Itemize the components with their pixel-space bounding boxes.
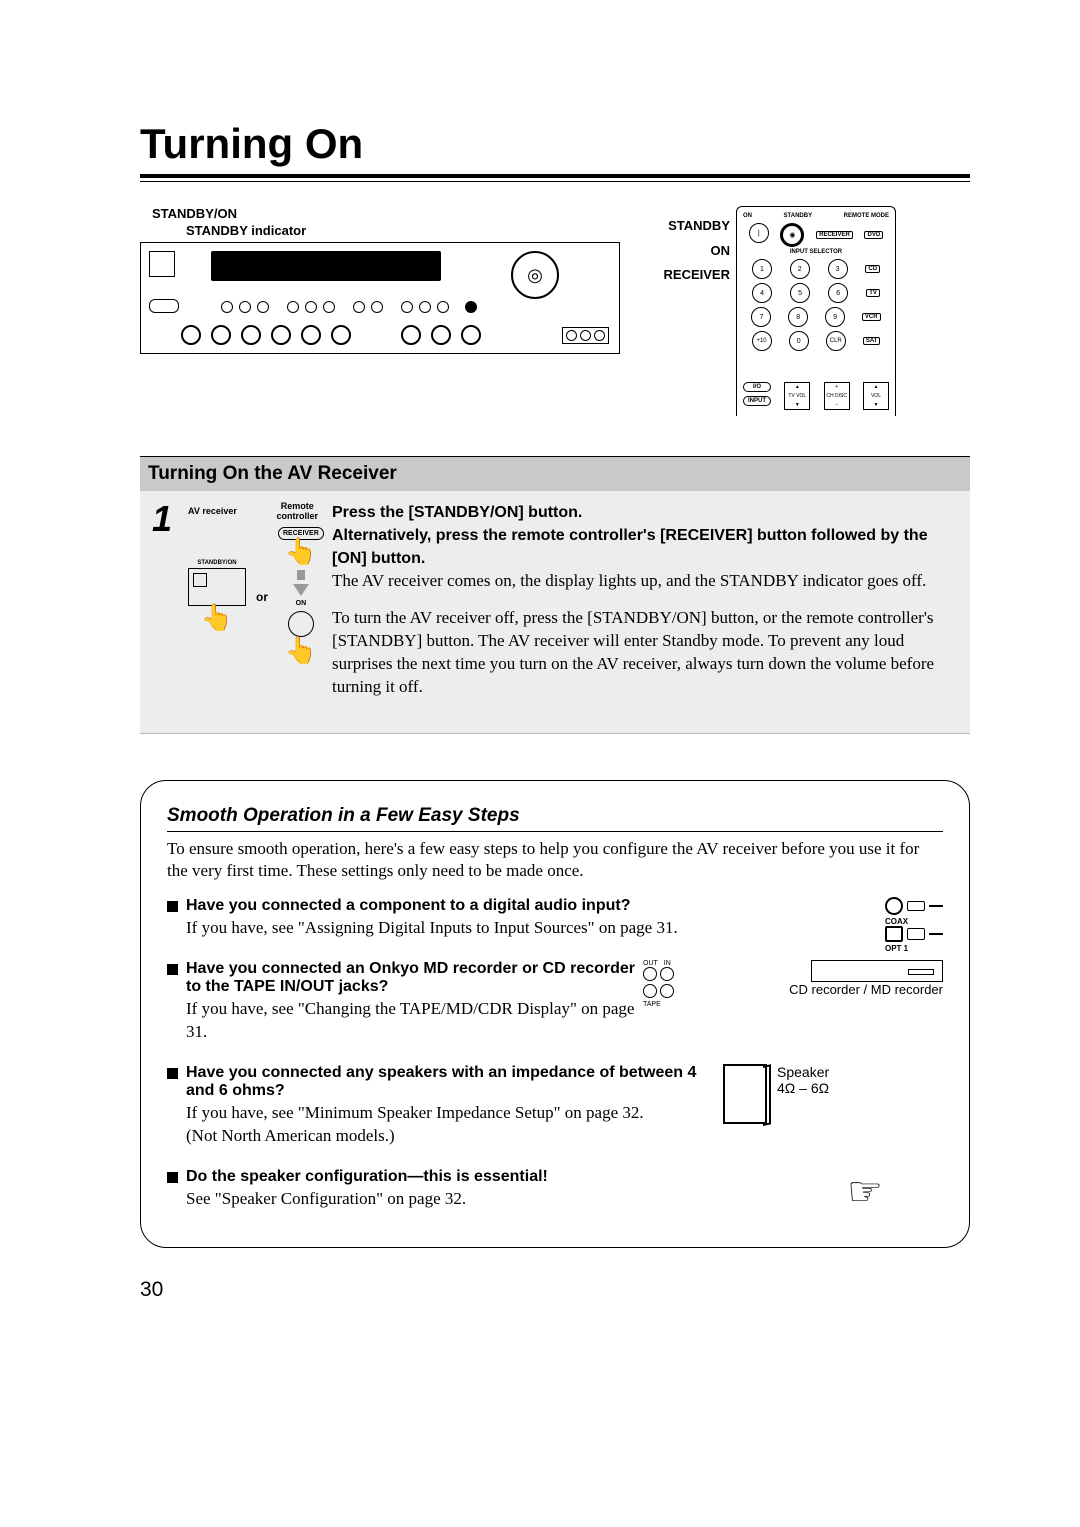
remote-tv-vol-rocker: ▲ TV VOL ▼ [784, 382, 810, 410]
diagram-area: STANDBY/ON STANDBY indicator ◎ [140, 206, 970, 416]
remote-on-text: ON [743, 213, 752, 219]
remote-input-btn: INPUT [743, 396, 771, 406]
tips-q-3: Do the speaker configuration—this is ess… [186, 1168, 943, 1186]
tips-title: Smooth Operation in a Few Easy Steps [167, 805, 943, 832]
remote-btn-6: 6 [828, 283, 848, 303]
tips-q-0: Have you connected a component to a digi… [186, 897, 943, 915]
tips-body-0: If you have, see "Assigning Digital Inpu… [186, 917, 943, 940]
tips-body-3: See "Speaker Configuration" on page 32. [186, 1188, 943, 1211]
knob-row [181, 325, 481, 345]
remote-btn-1: 1 [752, 259, 772, 279]
remote-receiver-btn: RECEIVER [816, 231, 853, 239]
mini-diagrams: AV receiver Remote controller STANDBY/ON… [188, 501, 318, 713]
remote-receiver-label: RECEIVER [640, 263, 730, 288]
remote-input-sel-label: INPUT SELECTOR [743, 249, 889, 255]
remote-btn-0: 0 [789, 331, 809, 351]
bullet-icon [167, 901, 178, 912]
tape-label: TAPE [643, 1001, 674, 1008]
section-body: 1 AV receiver Remote controller STANDBY/… [140, 491, 970, 734]
speaker-label: Speaker [777, 1064, 829, 1080]
step-body-2: To turn the AV receiver off, press the [… [332, 607, 958, 699]
remote-dvd-btn: DVD [864, 231, 883, 239]
step-body-1: The AV receiver comes on, the display li… [332, 571, 926, 590]
section-heading: Turning On the AV Receiver [140, 456, 970, 491]
step-bold-b: Alternatively, press the remote controll… [332, 527, 928, 567]
step-text: Press the [STANDBY/ON] button. Alternati… [332, 501, 958, 713]
bullet-icon [167, 964, 178, 975]
volume-dial-icon: ◎ [511, 251, 559, 299]
remote-btn-2: 2 [790, 259, 810, 279]
remote-callouts: STANDBY ON RECEIVER [640, 206, 730, 416]
small-button-row [221, 301, 477, 313]
remote-btn-3: 3 [828, 259, 848, 279]
mini-on-btn-icon [288, 611, 314, 637]
tips-item: OUTIN TAPE CD recorder / MD recorder Hav… [167, 960, 943, 1060]
remote-btn-7: 7 [751, 307, 771, 327]
remote-on-btn-icon: ❘ [749, 223, 769, 243]
bullet-icon [167, 1068, 178, 1079]
standby-on-button-icon [149, 251, 175, 277]
step-number: 1 [152, 501, 174, 713]
mini-standby-label: STANDBY/ON [197, 560, 236, 566]
remote-vcr-btn: VCR [862, 313, 881, 321]
arrow-down-icon [293, 584, 309, 596]
oval-button-icon [149, 299, 179, 313]
tips-item: Speaker 4Ω – 6Ω Have you connected any s… [167, 1064, 943, 1164]
remote-btn-4: 4 [752, 283, 772, 303]
hand-point-icon: ☞ [847, 1168, 883, 1215]
receiver-diagram: STANDBY/ON STANDBY indicator ◎ [140, 206, 620, 416]
in-label: IN [664, 960, 671, 967]
mini-remote-label: Remote controller [276, 501, 318, 521]
ohms-label: 4Ω – 6Ω [777, 1080, 829, 1096]
tips-box: Smooth Operation in a Few Easy Steps To … [140, 780, 970, 1249]
lcd-display-icon [211, 251, 441, 281]
remote-btn-clr: CLR [826, 331, 846, 351]
standby-on-label: STANDBY/ON [152, 206, 306, 221]
opt-label: OPT 1 [885, 944, 943, 953]
speaker-diagram: Speaker 4Ω – 6Ω [723, 1064, 943, 1124]
step-bold-a: Press the [STANDBY/ON] button. [332, 504, 582, 521]
manual-page: Turning On STANDBY/ON STANDBY indicator … [0, 0, 1080, 1362]
remote-io-btn: I/O [743, 382, 771, 392]
remote-btn-5: 5 [790, 283, 810, 303]
mini-av-receiver-label: AV receiver [188, 506, 237, 516]
recorder-label: CD recorder / MD recorder [789, 982, 943, 997]
remote-tv-btn: TV [866, 289, 880, 297]
mini-or-text: or [256, 590, 268, 604]
front-jacks-icon [562, 327, 609, 344]
receiver-body: ◎ [140, 242, 620, 354]
tips-item: COAX OPT 1 Have you connected a componen… [167, 897, 943, 956]
remote-diagram: STANDBY ON RECEIVER ON STANDBY REMOTE MO… [640, 206, 970, 416]
remote-mode-text: REMOTE MODE [844, 213, 889, 219]
mini-on-label: ON [296, 600, 307, 607]
remote-standby-label: STANDBY [640, 214, 730, 239]
tips-intro: To ensure smooth operation, here's a few… [167, 838, 943, 884]
remote-cd-btn: CD [865, 265, 880, 273]
title-rule [140, 174, 970, 182]
remote-vol-rocker: ▲ VOL ▼ [863, 382, 889, 410]
tips-item: ☞ Do the speaker configuration—this is e… [167, 1168, 943, 1227]
standby-indicator-label: STANDBY indicator [186, 223, 306, 238]
out-label: OUT [643, 960, 658, 967]
remote-sat-btn: SAT [863, 337, 881, 345]
remote-standby-btn-icon: ◉ [780, 223, 804, 247]
remote-standby-text: STANDBY [784, 213, 813, 219]
mini-receiver-icon [188, 568, 246, 606]
remote-on-label: ON [640, 239, 730, 264]
page-number: 30 [140, 1278, 970, 1302]
hand-press-icon: 👆 [201, 604, 233, 630]
page-title: Turning On [140, 120, 970, 168]
coax-label: COAX [885, 917, 943, 926]
remote-body: ON STANDBY REMOTE MODE ❘ ◉ RECEIVER DVD … [736, 206, 896, 416]
hand-press-icon-2: 👆 [285, 538, 317, 564]
remote-btn-plus10: +10 [752, 331, 772, 351]
coax-opt-diagram: COAX OPT 1 [885, 897, 943, 953]
hand-press-icon-3: 👆 [285, 637, 317, 663]
recorder-diagram: OUT IN TAPE CD recorder / MD recorder [643, 960, 943, 1008]
remote-btn-9: 9 [825, 307, 845, 327]
bullet-icon [167, 1172, 178, 1183]
remote-ch-rocker: + CH DISC − [824, 382, 850, 410]
remote-btn-8: 8 [788, 307, 808, 327]
